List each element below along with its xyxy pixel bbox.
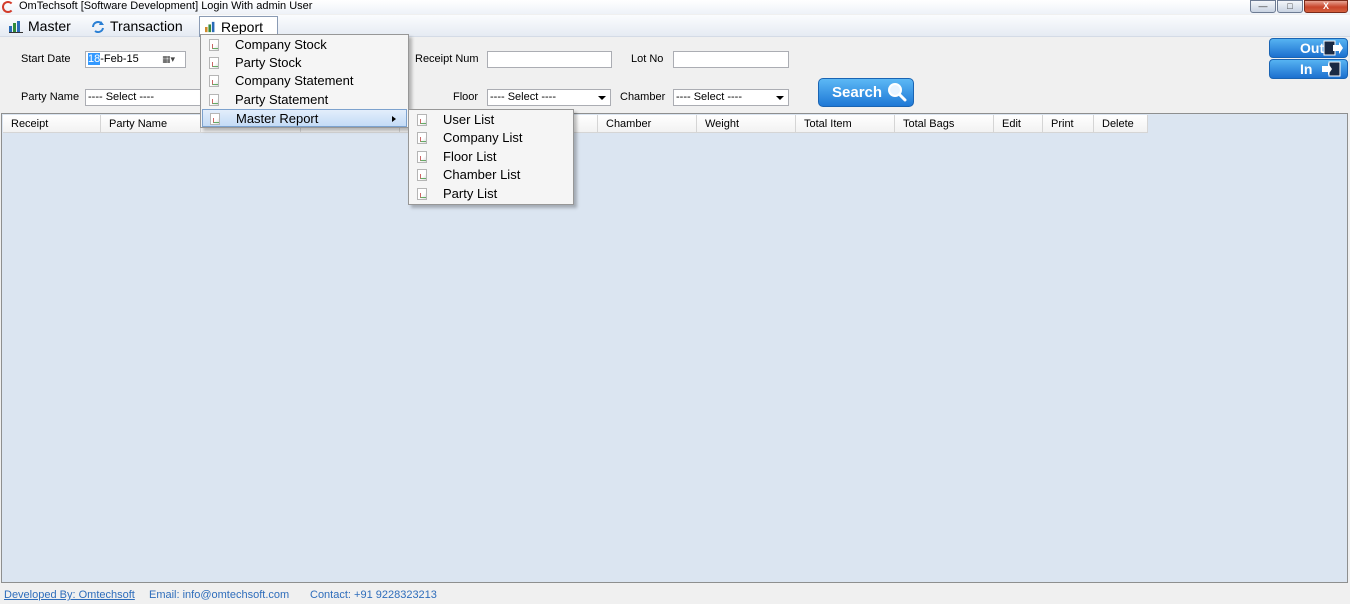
report-doc-icon [417,151,427,163]
footer-contact: Contact: +91 9228323213 [310,589,437,601]
start-date-label: Start Date [21,53,71,65]
search-button-label: Search [832,84,883,101]
column-header-delete[interactable]: Delete [1094,115,1148,133]
developed-by-link[interactable]: Developed By: Omtechsoft [4,586,135,604]
chamber-select[interactable]: ---- Select ---- [673,89,789,106]
menu-item-label: Company Stock [235,37,327,52]
column-header-print[interactable]: Print [1043,115,1094,133]
chevron-down-icon [598,96,606,100]
search-icon [888,83,907,102]
report-doc-icon [417,132,427,144]
enter-door-icon [1322,61,1341,77]
menu-item-label: Party Statement [235,92,329,107]
column-header-receipt[interactable]: Receipt [3,115,101,133]
window-title: OmTechsoft [Software Development] Login … [19,0,313,12]
receipt-num-label: Receipt Num [415,53,479,65]
menu-item-label: Company Statement [235,73,354,88]
menu-item-party-stock[interactable]: Party Stock [202,54,407,72]
column-header-total-item[interactable]: Total Item [796,115,895,133]
floor-label: Floor [453,91,479,103]
app-logo-icon [2,1,14,13]
report-doc-icon [417,114,427,126]
submenu-item-chamber-list[interactable]: Chamber List [410,166,572,184]
party-name-label: Party Name [21,91,80,103]
start-date-rest: -Feb-15 [100,53,139,65]
menu-master[interactable]: Master [9,17,71,36]
exit-door-icon [1323,40,1343,56]
menu-item-company-statement[interactable]: Company Statement [202,72,407,90]
window-controls: — □ X [1250,0,1348,13]
close-button[interactable]: X [1304,0,1348,13]
column-header-weight[interactable]: Weight [697,115,796,133]
footer: Developed By: Omtechsoft Email: info@omt… [0,586,1350,604]
lot-no-input[interactable] [673,51,789,68]
report-doc-icon [209,39,219,51]
report-doc-icon [209,57,219,69]
submenu-item-label: Floor List [443,149,497,164]
submenu-item-party-list[interactable]: Party List [410,185,572,203]
floor-value: ---- Select ---- [490,91,556,103]
chevron-down-icon [776,96,784,100]
menu-transaction-label: Transaction [110,18,183,34]
maximize-button[interactable]: □ [1277,0,1303,13]
report-doc-icon [209,94,219,106]
submenu-item-user-list[interactable]: User List [410,111,572,129]
report-dropdown-menu: Company Stock Party Stock Company Statem… [200,34,409,128]
receipt-num-input[interactable] [487,51,612,68]
submenu-arrow-icon [392,116,396,122]
menu-item-label: Master Report [236,111,319,126]
start-date-picker[interactable]: 18-Feb-15 ▦▾ [85,51,186,68]
menu-item-master-report[interactable]: Master Report [202,109,407,127]
footer-email: Email: info@omtechsoft.com [149,589,290,601]
submenu-item-label: Company List [443,130,523,145]
data-grid[interactable]: Receipt Party Name Chamber Weight Total … [1,113,1348,583]
submenu-item-label: User List [443,112,495,127]
out-button[interactable]: Out [1269,38,1348,58]
in-button[interactable]: In [1269,59,1348,79]
calendar-dropdown-icon[interactable]: ▦▾ [162,54,182,65]
party-name-select[interactable]: ---- Select ---- [85,89,201,106]
report-doc-icon [210,113,220,125]
menu-transaction[interactable]: Transaction [91,17,183,36]
start-date-day: 18 [88,53,101,65]
floor-select[interactable]: ---- Select ---- [487,89,611,106]
chamber-label: Chamber [620,91,666,103]
column-header-chamber[interactable]: Chamber [598,115,697,133]
minimize-button[interactable]: — [1250,0,1276,13]
menu-item-company-stock[interactable]: Company Stock [202,36,407,54]
report-doc-icon [417,188,427,200]
submenu-item-floor-list[interactable]: Floor List [410,148,572,166]
search-button[interactable]: Search [818,78,914,107]
column-header-edit[interactable]: Edit [994,115,1043,133]
report-icon [205,21,215,33]
submenu-item-label: Chamber List [443,167,521,182]
master-report-submenu: User List Company List Floor List Chambe… [408,109,574,205]
in-button-label: In [1300,61,1313,77]
grid-header: Receipt Party Name Chamber Weight Total … [3,115,1148,133]
submenu-item-label: Party List [443,186,498,201]
refresh-icon [92,20,104,33]
party-name-value: ---- Select ---- [88,91,154,103]
column-header-total-bags[interactable]: Total Bags [895,115,994,133]
column-header-party-name[interactable]: Party Name [101,115,201,133]
report-doc-icon [209,75,219,87]
chamber-value: ---- Select ---- [676,91,742,103]
menu-item-label: Party Stock [235,55,302,70]
menu-item-party-statement[interactable]: Party Statement [202,91,407,109]
bar-chart-icon [9,20,23,33]
submenu-item-company-list[interactable]: Company List [410,129,572,147]
menu-master-label: Master [28,18,71,34]
title-bar: OmTechsoft [Software Development] Login … [0,0,1350,14]
report-doc-icon [417,169,427,181]
lot-no-label: Lot No [631,53,664,65]
